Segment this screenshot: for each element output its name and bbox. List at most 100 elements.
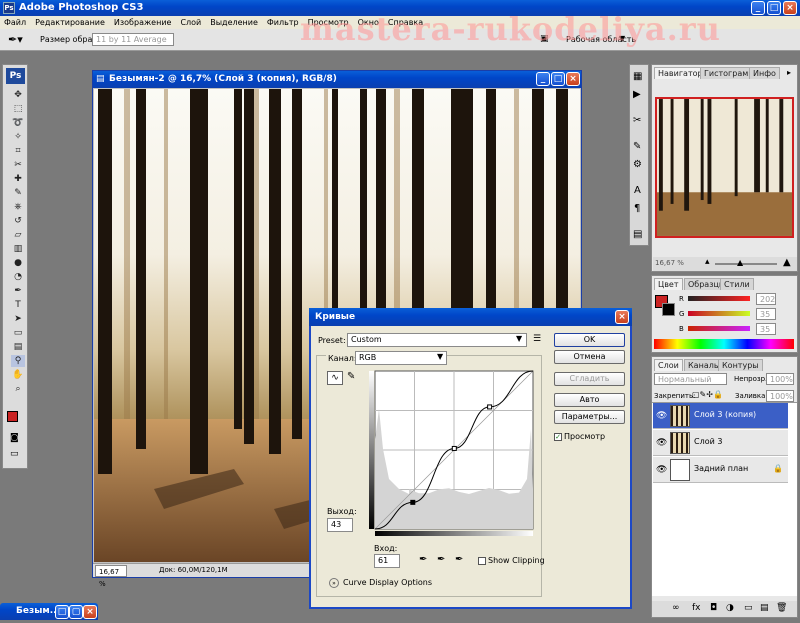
- minimize-button[interactable]: _: [751, 1, 765, 15]
- document-title-bar[interactable]: ▤ Безымян-2 @ 16,7% (Слой 3 (копия), RGB…: [93, 71, 581, 88]
- preset-chevron-icon[interactable]: ▼: [516, 334, 522, 343]
- g-slider[interactable]: [688, 311, 750, 316]
- tools-preset-icon[interactable]: ✂: [633, 115, 641, 126]
- curve-point[interactable]: [487, 404, 493, 410]
- crop-icon[interactable]: ⌗: [11, 145, 25, 157]
- gray-point-eyedropper-icon[interactable]: ✒: [437, 554, 445, 565]
- layer-comps-icon[interactable]: ▤: [633, 229, 642, 240]
- menu-item[interactable]: Редактирование: [35, 18, 105, 27]
- color_panel-tab-2[interactable]: Стили: [720, 278, 754, 290]
- curve-point-tool-icon[interactable]: ∿: [327, 371, 343, 385]
- layer-style-icon[interactable]: fx: [692, 603, 701, 613]
- preset-select[interactable]: Custom: [347, 333, 527, 347]
- blend-mode-select[interactable]: Нормальный: [654, 373, 727, 385]
- preset-options-icon[interactable]: ☰: [533, 334, 541, 344]
- screen-mode-icon[interactable]: ▭: [10, 449, 19, 459]
- channel-chevron-icon[interactable]: ▼: [437, 352, 443, 361]
- maximize-button[interactable]: □: [767, 1, 781, 15]
- layer-row[interactable]: 👁 Слой 3: [653, 430, 788, 456]
- dodge-icon[interactable]: ◔: [11, 271, 25, 283]
- lasso-icon[interactable]: ➰: [11, 117, 25, 129]
- eye-icon[interactable]: 👁: [656, 465, 667, 475]
- preview-checkbox[interactable]: ✓: [554, 433, 562, 441]
- gradient-icon[interactable]: ▥: [11, 243, 25, 255]
- type-icon[interactable]: T: [11, 299, 25, 311]
- pencil-tool-icon[interactable]: ✎: [347, 371, 355, 382]
- move-icon[interactable]: ✥: [11, 89, 25, 101]
- foreground-color-swatch[interactable]: [7, 411, 18, 422]
- menu-item[interactable]: Слой: [180, 18, 201, 27]
- character-icon[interactable]: A: [634, 185, 641, 196]
- b-slider[interactable]: [688, 326, 750, 331]
- link-layers-icon[interactable]: ∞: [672, 603, 680, 613]
- doc-minimize-button[interactable]: _: [536, 72, 550, 86]
- curves-title-bar[interactable]: Кривые ×: [309, 308, 632, 326]
- layer-row[interactable]: 👁 Слой 3 (копия): [653, 403, 788, 429]
- paragraph-icon[interactable]: ¶: [634, 203, 640, 214]
- b-value[interactable]: 35: [756, 323, 776, 335]
- layer-row[interactable]: 👁 Задний план 🔒: [653, 457, 788, 483]
- zoom-slider[interactable]: [715, 263, 777, 265]
- curves-graph[interactable]: [369, 369, 537, 537]
- curve-point[interactable]: [410, 499, 416, 505]
- notes-icon[interactable]: ▤: [11, 341, 25, 353]
- new-group-icon[interactable]: ▭: [744, 603, 753, 613]
- channel-select[interactable]: RGB: [355, 351, 447, 365]
- menu-item[interactable]: Изображение: [114, 18, 172, 27]
- show-clipping-checkbox[interactable]: [478, 557, 486, 565]
- zoom-in-icon[interactable]: ▲: [783, 257, 791, 268]
- opacity-value[interactable]: 100%: [766, 373, 794, 385]
- min-doc-maximize-button[interactable]: ▢: [69, 605, 83, 619]
- curves-close-button[interactable]: ×: [615, 310, 629, 324]
- color_panel-tab-0[interactable]: Цвет: [654, 278, 683, 290]
- options-button[interactable]: Параметры...: [554, 410, 625, 424]
- history-icon[interactable]: ▦: [633, 71, 642, 82]
- menu-item[interactable]: Выделение: [210, 18, 258, 27]
- g-value[interactable]: 35: [756, 308, 776, 320]
- clone-source-icon[interactable]: ⚙: [633, 159, 642, 170]
- navigator-tab-0[interactable]: Навигатор: [654, 67, 707, 79]
- close-button[interactable]: ×: [783, 1, 797, 15]
- minimized-document[interactable]: Безым... □ ▢ ×: [0, 603, 98, 620]
- zoom-out-icon[interactable]: ▴: [705, 257, 710, 267]
- auto-button[interactable]: Авто: [554, 393, 625, 407]
- path-select-icon[interactable]: ➤: [11, 313, 25, 325]
- lock-icons[interactable]: ▢✎✢🔒: [692, 390, 723, 399]
- cancel-button[interactable]: Отмена: [554, 350, 625, 364]
- menu-item[interactable]: Фильтр: [267, 18, 299, 27]
- pen-icon[interactable]: ✒: [11, 285, 25, 297]
- marquee-icon[interactable]: ⬚: [11, 103, 25, 115]
- zoom-icon[interactable]: ⌕: [11, 383, 25, 395]
- doc-close-button[interactable]: ×: [566, 72, 580, 86]
- quick-mask-icon[interactable]: ◙: [10, 433, 19, 443]
- eye-icon[interactable]: 👁: [656, 438, 667, 448]
- eraser-icon[interactable]: ▱: [11, 229, 25, 241]
- shape-icon[interactable]: ▭: [11, 327, 25, 339]
- r-slider[interactable]: [688, 296, 750, 301]
- navigator-zoom[interactable]: 16,67 %: [655, 259, 684, 267]
- brushes-icon[interactable]: ✎: [633, 141, 641, 152]
- eyedropper-icon[interactable]: ⚲: [11, 355, 25, 367]
- layers_panel-tab-2[interactable]: Контуры: [718, 359, 763, 371]
- min-doc-close-button[interactable]: ×: [83, 605, 97, 619]
- smooth-button[interactable]: Сгладить: [554, 372, 625, 386]
- panel-menu-icon[interactable]: ▸: [787, 68, 791, 77]
- black-point-eyedropper-icon[interactable]: ✒: [419, 554, 427, 565]
- blur-icon[interactable]: ●: [11, 257, 25, 269]
- layers_panel-tab-0[interactable]: Слои: [654, 359, 683, 371]
- white-point-eyedropper-icon[interactable]: ✒: [455, 554, 463, 565]
- eyedropper-option-icon[interactable]: ✒▾: [8, 33, 23, 46]
- output-field[interactable]: 43: [327, 518, 353, 532]
- navigator-tab-2[interactable]: Инфо: [749, 67, 780, 79]
- zoom-field[interactable]: 16,67 %: [95, 565, 127, 588]
- brush-icon[interactable]: ✎: [11, 187, 25, 199]
- hand-icon[interactable]: ✋: [11, 369, 25, 381]
- adjustment-layer-icon[interactable]: ◑: [726, 603, 734, 613]
- ok-button[interactable]: OK: [554, 333, 625, 347]
- zoom-slider-thumb[interactable]: ▲: [737, 258, 743, 267]
- trash-icon[interactable]: 🗑: [776, 603, 787, 613]
- sample-size-select[interactable]: 11 by 11 Average: [92, 33, 174, 46]
- color-ramp[interactable]: [654, 339, 794, 349]
- layer-mask-icon[interactable]: ◘: [710, 603, 717, 613]
- display-options-expand-icon[interactable]: »: [329, 578, 339, 588]
